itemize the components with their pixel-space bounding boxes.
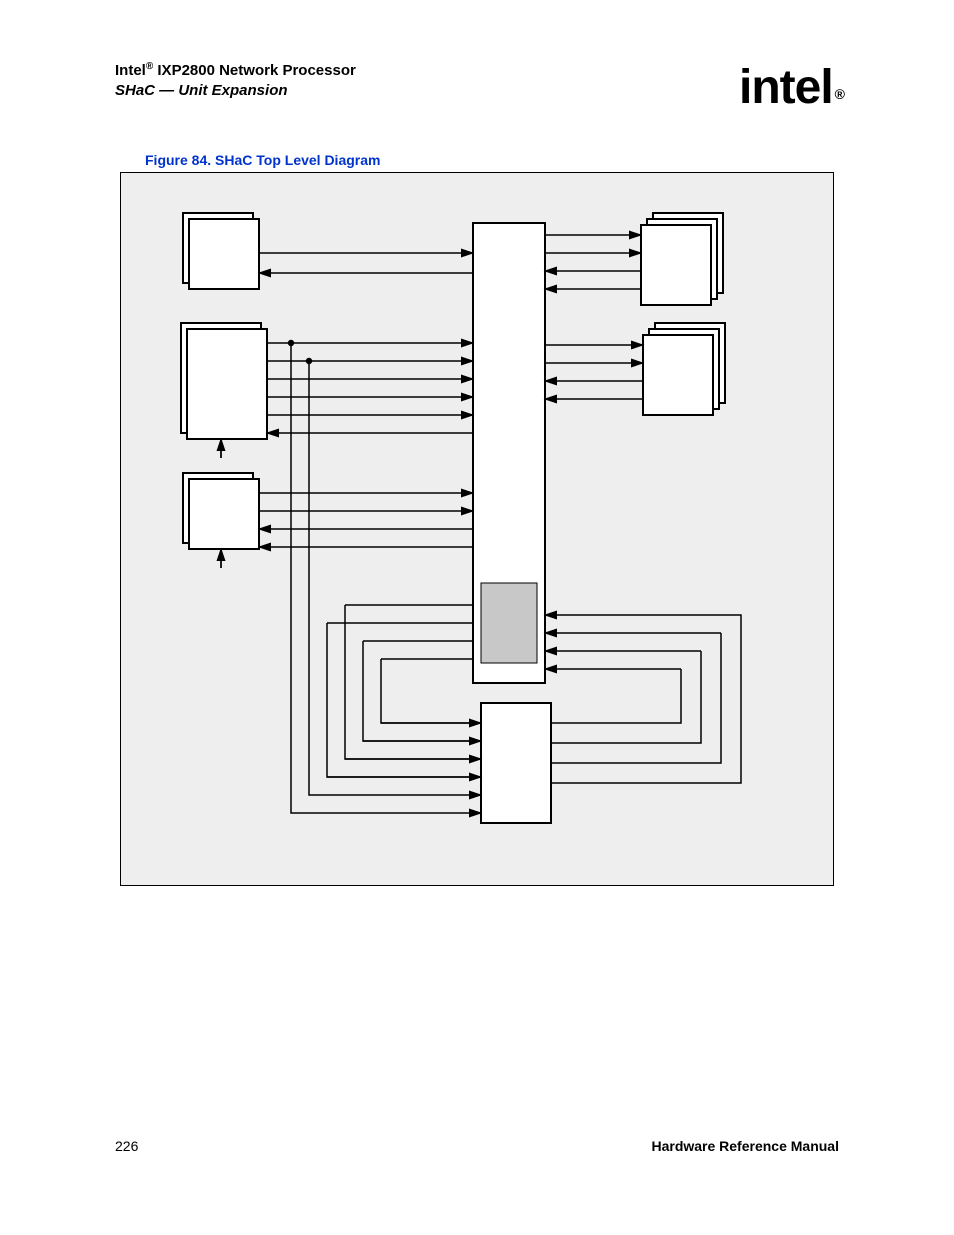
logo-text: intel <box>739 61 833 114</box>
subtitle: SHaC — Unit Expansion <box>115 82 288 99</box>
block-left-top <box>183 213 259 289</box>
product-name: IXP2800 Network Processor <box>157 62 355 79</box>
block-right-top <box>641 213 723 305</box>
logo-reg: ® <box>835 86 844 102</box>
intel-logo: intel® <box>739 60 844 115</box>
block-right-mid <box>643 323 725 415</box>
diagram-svg <box>121 173 833 885</box>
reg-mark: ® <box>146 61 153 72</box>
block-left-bot <box>183 473 259 549</box>
figure-caption: Figure 84. SHaC Top Level Diagram <box>145 152 380 168</box>
diagram-frame <box>120 172 834 886</box>
header-left: Intel® IXP2800 Network Processor SHaC — … <box>115 60 356 102</box>
brand: Intel <box>115 62 146 79</box>
page-number: 226 <box>115 1138 138 1154</box>
manual-title: Hardware Reference Manual <box>651 1138 839 1154</box>
block-left-mid <box>181 323 267 439</box>
block-bottom <box>481 703 551 823</box>
block-center-gray <box>481 583 537 663</box>
